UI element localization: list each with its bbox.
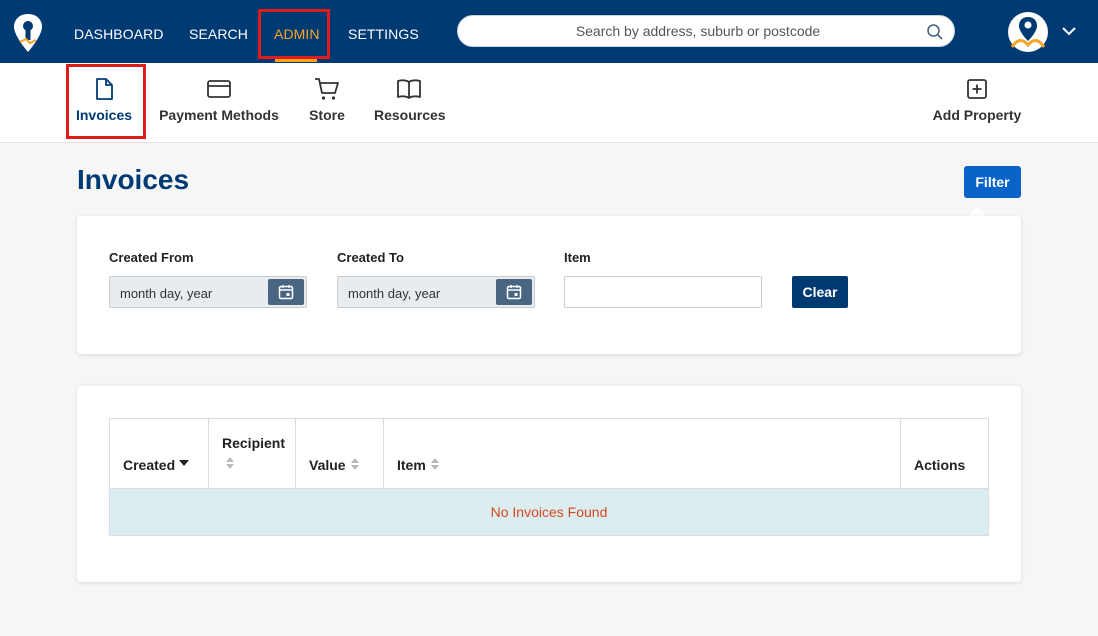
user-avatar-icon[interactable] [1006, 11, 1050, 53]
column-created[interactable]: Created [110, 419, 209, 489]
filter-panel: Created From month day, year Created To … [77, 216, 1021, 354]
created-to-placeholder: month day, year [348, 286, 441, 301]
subnav-payment-methods-label: Payment Methods [159, 107, 279, 123]
sort-desc-icon [179, 460, 189, 466]
search-bar[interactable] [457, 15, 955, 47]
subnav-store[interactable]: Store [305, 63, 349, 143]
column-value-label: Value [309, 457, 346, 473]
created-from-calendar-button[interactable] [268, 279, 304, 305]
created-to-field[interactable]: month day, year [337, 276, 535, 308]
search-input[interactable] [478, 16, 918, 46]
chevron-down-icon[interactable] [1060, 22, 1078, 40]
invoices-table: Created Recipient Value Item Actions No … [109, 418, 989, 536]
search-icon[interactable] [926, 23, 944, 41]
subnav-payment-methods[interactable]: Payment Methods [159, 63, 279, 143]
cart-icon [315, 78, 339, 100]
invoices-table-panel: Created Recipient Value Item Actions No … [77, 386, 1021, 582]
column-recipient[interactable]: Recipient [209, 419, 296, 489]
admin-highlight-box [258, 9, 330, 59]
nav-search[interactable]: SEARCH [189, 0, 248, 63]
sort-icon [226, 457, 234, 469]
subnav-store-label: Store [309, 107, 345, 123]
item-label: Item [564, 250, 591, 265]
empty-state-row: No Invoices Found [110, 489, 988, 535]
table-header: Created Recipient Value Item Actions [110, 419, 988, 489]
created-from-placeholder: month day, year [120, 286, 213, 301]
credit-card-icon [207, 80, 231, 98]
column-actions: Actions [901, 419, 988, 489]
sort-icon [351, 458, 359, 470]
column-value[interactable]: Value [296, 419, 384, 489]
filter-button[interactable]: Filter [964, 166, 1021, 198]
calendar-icon [278, 285, 294, 300]
nav-dashboard[interactable]: DASHBOARD [74, 0, 164, 63]
created-from-field[interactable]: month day, year [109, 276, 307, 308]
sort-icon [431, 458, 439, 470]
book-icon [397, 79, 421, 99]
page-title: Invoices [77, 164, 190, 195]
filter-panel-caret [968, 206, 986, 216]
plus-square-icon [967, 79, 987, 99]
created-to-label: Created To [337, 250, 404, 265]
created-from-label: Created From [109, 250, 194, 265]
subnav-resources[interactable]: Resources [374, 63, 446, 143]
logo-icon[interactable] [12, 12, 44, 54]
column-item[interactable]: Item [384, 419, 901, 489]
add-property-button[interactable]: Add Property [930, 63, 1024, 143]
clear-button[interactable]: Clear [792, 276, 848, 308]
column-created-label: Created [123, 457, 176, 473]
subnav-resources-label: Resources [374, 107, 446, 123]
add-property-label: Add Property [932, 107, 1022, 123]
top-navbar: DASHBOARD SEARCH ADMIN SETTINGS [0, 0, 1098, 63]
created-to-calendar-button[interactable] [496, 279, 532, 305]
column-item-label: Item [397, 457, 426, 473]
item-input[interactable] [564, 276, 762, 308]
column-recipient-label: Recipient [222, 435, 286, 451]
admin-subnav: Invoices Payment Methods Store Resources… [0, 63, 1098, 143]
nav-settings[interactable]: SETTINGS [348, 0, 419, 63]
invoices-highlight-box [66, 64, 146, 139]
calendar-icon [506, 285, 522, 300]
column-actions-label: Actions [914, 457, 966, 473]
